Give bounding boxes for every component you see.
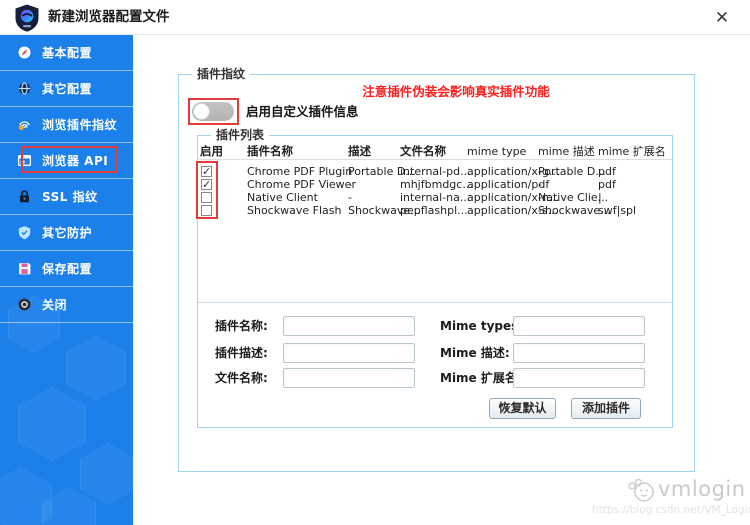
- row-enabled-checkbox[interactable]: [201, 205, 212, 216]
- col-header-mime-ext: mime 扩展名: [598, 145, 666, 158]
- row-enabled-checkbox[interactable]: [201, 165, 212, 178]
- mime-desc-label: Mime 描述:: [440, 346, 510, 360]
- plugin-name-input[interactable]: [283, 316, 415, 336]
- warning-text: 注意插件伪装会影响真实插件功能: [362, 84, 550, 99]
- cell-file: internal-pd...: [400, 165, 471, 178]
- sidebar-item-plugin-fingerprint[interactable]: 浏览插件指纹: [0, 107, 133, 143]
- sidebar-item-other-protection[interactable]: 其它防护: [0, 215, 133, 251]
- sidebar-nav: 基本配置 其它配置 浏览插件指纹 浏览器 API SSL 指纹 其它防护 保存配…: [0, 35, 133, 525]
- browser-window-icon: [17, 155, 32, 166]
- plugin-name-label: 插件名称:: [215, 319, 268, 333]
- cell-file: pepflashpl...: [400, 204, 468, 217]
- add-plugin-button[interactable]: 添加插件: [571, 398, 641, 419]
- sidebar-item-label: 保存配置: [42, 262, 93, 276]
- custom-plugin-toggle[interactable]: [192, 102, 234, 121]
- col-header-enabled: 启用: [200, 144, 223, 158]
- cell-desc: -: [348, 191, 352, 204]
- sidebar-item-label: SSL 指纹: [42, 190, 98, 204]
- plugin-desc-label: 插件描述:: [215, 346, 268, 360]
- sidebar-item-label: 关闭: [42, 298, 68, 312]
- power-icon: [18, 298, 31, 311]
- col-header-mime-type: mime type: [467, 145, 527, 158]
- file-name-input[interactable]: [283, 368, 415, 388]
- cell-mime-ext: |: [598, 191, 602, 204]
- cell-mime-type: application/pdf: [467, 178, 550, 191]
- vmlogin-mascot-icon: [628, 478, 654, 502]
- row-enabled-checkbox[interactable]: [201, 178, 212, 191]
- row-enabled-checkbox[interactable]: [201, 192, 212, 203]
- cell-file: mhjfbmdgc...: [400, 178, 473, 191]
- sidebar-item-label: 其它防护: [42, 226, 93, 240]
- sidebar-item-save-config[interactable]: 保存配置: [0, 251, 133, 287]
- hexagon-pattern: [80, 443, 133, 505]
- toggle-knob: [193, 103, 210, 120]
- save-icon: [19, 263, 31, 275]
- sidebar-item-close[interactable]: 关闭: [0, 287, 133, 323]
- cell-mime-ext: pdf: [598, 178, 616, 191]
- mime-ext-input[interactable]: [513, 368, 645, 388]
- restore-default-button[interactable]: 恢复默认: [489, 398, 556, 419]
- fingerprint-icon: [18, 121, 30, 131]
- sidebar-item-label: 其它配置: [42, 82, 93, 96]
- cell-plugin-name: Chrome PDF Viewer: [247, 178, 356, 191]
- sidebar-item-label: 浏览器 API: [42, 154, 109, 168]
- plugin-list-title: 插件列表: [211, 127, 270, 143]
- cell-mime-desc: -: [538, 178, 542, 191]
- sidebar-item-other-config[interactable]: 其它配置: [0, 71, 133, 107]
- cell-desc: -: [348, 178, 352, 191]
- watermark-url: https://blog.csdn.net/VM_Login: [592, 504, 750, 516]
- compass-icon: [18, 46, 31, 59]
- col-header-file: 文件名称: [400, 144, 446, 158]
- mime-desc-input[interactable]: [513, 343, 645, 363]
- toggle-label: 启用自定义插件信息: [246, 104, 359, 119]
- close-icon[interactable]: ✕: [710, 6, 734, 30]
- plugin-desc-input[interactable]: [283, 343, 415, 363]
- cell-mime-ext: pdf: [598, 165, 616, 178]
- globe-icon: [18, 82, 31, 95]
- vmlogin-watermark: vmlogin: [658, 477, 746, 501]
- col-header-name: 插件名称: [247, 144, 293, 158]
- section-title: 插件指纹: [192, 66, 251, 82]
- table-header-divider: [199, 159, 672, 160]
- cell-file: internal-na...: [400, 191, 471, 204]
- app-logo-icon: [15, 4, 39, 32]
- sidebar-item-basic-config[interactable]: 基本配置: [0, 35, 133, 71]
- cell-plugin-name: Shockwave Flash: [247, 204, 342, 217]
- dialog-window: 新建浏览器配置文件 ✕ 基本配置 其它配置 浏览插件指纹 浏览器 API SSL…: [0, 0, 750, 525]
- hexagon-pattern: [18, 387, 86, 461]
- window-title: 新建浏览器配置文件: [48, 9, 170, 25]
- cell-plugin-name: Native Client: [247, 191, 318, 204]
- col-header-mime-desc: mime 描述: [538, 145, 595, 158]
- cell-plugin-name: Chrome PDF Plugin: [247, 165, 353, 178]
- sidebar-item-label: 浏览插件指纹: [42, 118, 118, 132]
- mime-types-input[interactable]: [513, 316, 645, 336]
- col-header-desc: 描述: [348, 144, 371, 158]
- sidebar-item-label: 基本配置: [42, 46, 93, 60]
- mime-ext-label: Mime 扩展名:: [440, 371, 522, 385]
- shield-icon: [18, 226, 31, 240]
- table-bottom-divider: [198, 302, 672, 303]
- title-bar: 新建浏览器配置文件 ✕: [0, 0, 750, 35]
- lock-icon: [20, 190, 29, 203]
- hexagon-pattern: [66, 335, 126, 401]
- sidebar-item-browser-api[interactable]: 浏览器 API: [0, 143, 133, 179]
- file-name-label: 文件名称:: [215, 371, 268, 385]
- cell-mime-ext: swf|spl: [598, 204, 637, 217]
- cell-mime-desc: Portable D...: [538, 165, 606, 178]
- sidebar-item-ssl-fingerprint[interactable]: SSL 指纹: [0, 179, 133, 215]
